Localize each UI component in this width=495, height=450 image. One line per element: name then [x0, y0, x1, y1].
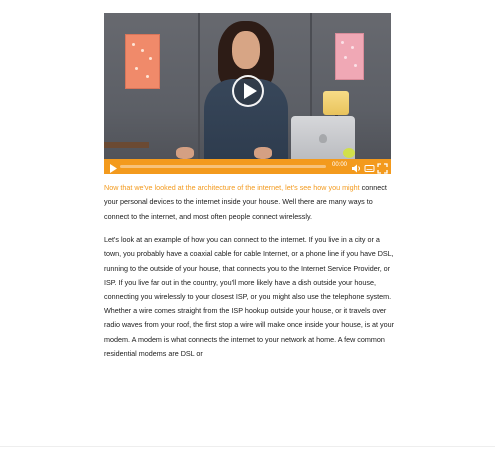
fullscreen-button[interactable]: [377, 161, 388, 174]
plant: [343, 148, 355, 158]
video-controls: 00:00: [104, 159, 391, 174]
fullscreen-icon: [377, 163, 388, 174]
video-player[interactable]: [104, 13, 391, 174]
captions-icon: [364, 165, 375, 172]
play-icon: [244, 83, 257, 99]
transcript-paragraph-3: Whether a wire comes straight from the I…: [104, 306, 395, 358]
volume-button[interactable]: [351, 161, 362, 173]
presenter-face: [232, 31, 260, 69]
lamp: [323, 91, 349, 115]
divider: [0, 446, 495, 447]
side-table: [104, 142, 149, 148]
time-display: 00:00: [332, 162, 348, 168]
transcript-highlight: Now that we've looked at the architectur…: [104, 183, 360, 192]
progress-bar[interactable]: [120, 165, 326, 168]
big-play-button[interactable]: [232, 75, 264, 107]
transcript-paragraph-2: Let's look at an example of how you can …: [104, 235, 394, 302]
presenter-hand: [176, 147, 194, 159]
captions-button[interactable]: [364, 161, 375, 172]
volume-icon: [352, 164, 360, 173]
poster-right: [335, 33, 364, 80]
transcript-paragraph-1: Now that we've looked at the architectur…: [104, 181, 396, 224]
play-icon: [110, 164, 117, 173]
laptop-logo: [319, 134, 327, 143]
play-button[interactable]: [108, 161, 119, 173]
presenter-hand: [254, 147, 272, 159]
wall-panel-line: [198, 13, 200, 174]
poster-left: [125, 34, 160, 89]
